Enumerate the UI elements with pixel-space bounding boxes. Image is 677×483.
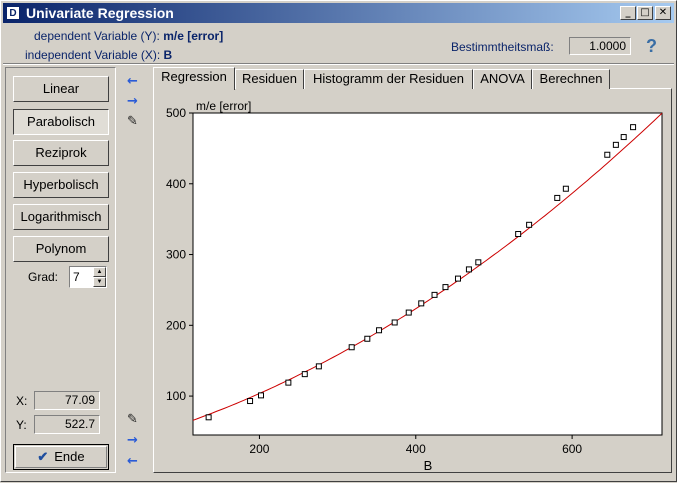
x-tick-label: 400 (406, 442, 426, 456)
data-point[interactable] (205, 414, 212, 421)
y-ticks: 100 200 300 400 500 (166, 106, 193, 403)
plot-area[interactable] (192, 112, 663, 436)
x-tick-label: 200 (249, 442, 269, 456)
tab-regression[interactable]: Regression (153, 67, 235, 90)
data-point[interactable] (562, 185, 569, 192)
data-point[interactable] (465, 266, 472, 273)
y-tick-label: 300 (166, 248, 186, 262)
data-point[interactable] (364, 335, 371, 342)
data-point[interactable] (405, 309, 412, 316)
data-point[interactable] (315, 363, 322, 370)
main-window: D Univariate Regression _ □ ✕ dependent … (0, 0, 677, 482)
x-axis-label: B (424, 458, 433, 473)
data-point[interactable] (475, 259, 482, 266)
data-point[interactable] (612, 141, 619, 148)
data-point[interactable] (604, 151, 611, 158)
x-ticks: 200 400 600 (249, 435, 582, 456)
data-point[interactable] (442, 284, 449, 291)
data-point[interactable] (418, 300, 425, 307)
data-point[interactable] (620, 134, 627, 141)
data-point[interactable] (391, 319, 398, 326)
data-point[interactable] (454, 275, 461, 282)
y-tick-label: 500 (166, 106, 186, 120)
data-point[interactable] (515, 231, 522, 238)
x-tick-label: 600 (562, 442, 582, 456)
data-point[interactable] (526, 221, 533, 228)
y-tick-label: 400 (166, 177, 186, 191)
regression-chart[interactable]: m/e [error] B 200 400 600 100 200 300 400 500 (1, 1, 677, 483)
y-tick-label: 200 (166, 318, 186, 332)
data-point[interactable] (258, 392, 265, 399)
data-point[interactable] (285, 379, 292, 386)
y-tick-label: 100 (166, 389, 186, 403)
data-point[interactable] (301, 371, 308, 378)
data-point[interactable] (376, 327, 383, 334)
y-axis-label: m/e [error] (196, 99, 251, 113)
data-point[interactable] (431, 291, 438, 298)
data-point[interactable] (247, 398, 254, 405)
data-point[interactable] (630, 124, 637, 131)
data-point[interactable] (348, 344, 355, 351)
data-point[interactable] (554, 194, 561, 201)
